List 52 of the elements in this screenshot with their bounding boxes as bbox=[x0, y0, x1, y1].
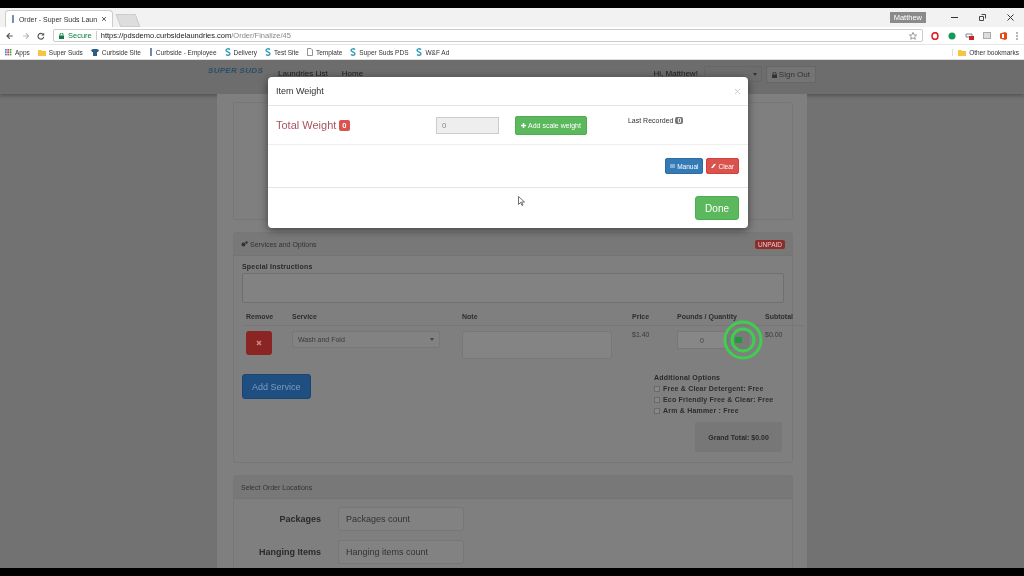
reload-icon[interactable] bbox=[37, 31, 45, 40]
office-icon[interactable] bbox=[1000, 31, 1007, 40]
weight-field[interactable]: 0 bbox=[436, 116, 499, 134]
done-button[interactable]: Done bbox=[695, 196, 739, 220]
favicon-icon bbox=[148, 48, 153, 56]
click-highlight-icon bbox=[723, 320, 763, 360]
extension-icon[interactable] bbox=[965, 31, 974, 40]
close-icon[interactable] bbox=[101, 16, 107, 22]
checkbox[interactable] bbox=[654, 385, 660, 392]
restore-icon[interactable] bbox=[978, 14, 986, 21]
plus-icon bbox=[521, 122, 526, 128]
caret-icon bbox=[752, 72, 757, 76]
checkbox[interactable] bbox=[654, 407, 660, 414]
total-weight-label: Total Weight bbox=[276, 119, 337, 131]
ring-icon[interactable] bbox=[931, 31, 939, 40]
caret-icon bbox=[430, 338, 434, 341]
close-icon[interactable] bbox=[1006, 14, 1014, 21]
shirt-icon bbox=[90, 48, 99, 56]
site-favicon-icon bbox=[416, 48, 423, 56]
new-tab-button[interactable] bbox=[115, 14, 141, 27]
site-favicon-icon bbox=[265, 48, 271, 56]
folder-icon bbox=[37, 48, 46, 56]
folder-icon bbox=[958, 48, 967, 56]
page-icon bbox=[306, 48, 313, 56]
extension-icon[interactable] bbox=[983, 31, 991, 40]
greeting-text: Hi, Matthew! bbox=[653, 69, 698, 78]
nav-link[interactable]: Laundries List bbox=[278, 69, 328, 78]
forward-icon[interactable] bbox=[21, 31, 30, 40]
count-field[interactable]: Packages count bbox=[338, 507, 464, 531]
back-icon[interactable] bbox=[6, 31, 14, 40]
close-icon bbox=[735, 88, 740, 94]
lock-icon bbox=[59, 32, 64, 39]
favicon-icon bbox=[11, 15, 15, 23]
star-icon[interactable] bbox=[909, 31, 917, 40]
apps-icon bbox=[5, 48, 12, 56]
dialog-title: Item Weight bbox=[276, 86, 324, 96]
nav-link[interactable]: Home bbox=[341, 69, 364, 78]
square-icon bbox=[734, 337, 742, 343]
cursor-icon bbox=[518, 196, 525, 206]
checkbox[interactable] bbox=[654, 396, 660, 403]
site-favicon-icon bbox=[350, 48, 357, 56]
close-icon bbox=[256, 340, 262, 346]
minimize-icon[interactable] bbox=[950, 17, 958, 18]
count-field[interactable]: Hanging items count bbox=[338, 540, 464, 564]
remove-button[interactable] bbox=[246, 331, 272, 355]
lock-icon bbox=[771, 71, 777, 78]
dot-icon[interactable] bbox=[948, 31, 956, 40]
site-favicon-icon bbox=[224, 48, 231, 56]
field-label: Packages bbox=[278, 514, 321, 524]
close-button[interactable] bbox=[735, 88, 740, 94]
field-label: Hanging Items bbox=[258, 547, 321, 557]
add-service-button[interactable]: Add Service bbox=[242, 374, 311, 399]
